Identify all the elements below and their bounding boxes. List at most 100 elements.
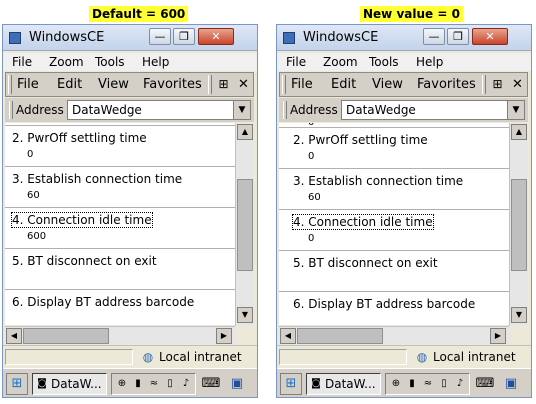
close-button[interactable]: ✕ (198, 28, 234, 45)
address-input[interactable]: DataWedge ▼ (67, 100, 251, 120)
list-item[interactable]: 6. Display BT address barcode (279, 291, 509, 325)
title-bar[interactable]: WindowsCE — ❐ ✕ (3, 25, 257, 51)
list-item[interactable]: 5. BT disconnect on exit (5, 248, 235, 288)
browser-icon: ◙ (37, 378, 47, 389)
window-title: WindowsCE (303, 30, 379, 45)
menu-zoom[interactable]: Zoom (49, 55, 84, 69)
globe-icon: ◍ (142, 350, 154, 364)
pin-icon[interactable]: ⊞ (489, 76, 506, 93)
minimize-button[interactable]: — (423, 28, 445, 45)
toolbar-separator (482, 75, 486, 94)
new-value-caption: New value = 0 (360, 6, 463, 22)
address-grip[interactable] (283, 101, 287, 119)
toolbar-edit[interactable]: Edit (57, 77, 82, 92)
toolbar-close-icon[interactable]: ✕ (235, 76, 252, 93)
setting-label: 4. Connection idle time (11, 212, 153, 228)
setting-label: 3. Establish connection time (293, 174, 464, 188)
close-button[interactable]: ✕ (472, 28, 508, 45)
menu-help[interactable]: Help (142, 55, 169, 69)
taskbar: ⊞ ◙ DataW... ⊕ ▮ ≈ ▯ ♪ ⌨ ▣ (3, 368, 257, 397)
volume-icon[interactable]: ♪ (179, 377, 193, 391)
scroll-right-icon[interactable]: ▶ (216, 328, 232, 344)
taskbar-button-datawedge[interactable]: ◙ DataW... (306, 373, 381, 395)
address-label: Address (16, 103, 64, 117)
toolbar-edit[interactable]: Edit (331, 77, 356, 92)
toolbar-grip[interactable] (282, 75, 286, 94)
toolbar-file[interactable]: File (17, 77, 39, 92)
list-item[interactable]: 5. BT disconnect on exit (279, 250, 509, 290)
task-label: DataW... (325, 377, 376, 391)
page-content: 2. PwrOff settling time 0 3. Establish c… (5, 123, 235, 325)
battery-icon[interactable]: ▯ (437, 377, 451, 391)
vertical-scrollbar[interactable]: ▲ ▼ (509, 123, 528, 326)
signal-icon[interactable]: ▮ (405, 377, 419, 391)
scroll-left-icon[interactable]: ◀ (6, 328, 22, 344)
restore-button[interactable]: ❐ (447, 28, 469, 45)
menu-help[interactable]: Help (416, 55, 443, 69)
wifi-icon[interactable]: ≈ (421, 377, 435, 391)
scroll-thumb[interactable] (237, 179, 253, 271)
menu-tools[interactable]: Tools (369, 55, 399, 69)
scroll-up-icon[interactable]: ▲ (511, 124, 527, 140)
toolbar-close-icon[interactable]: ✕ (509, 76, 526, 93)
taskbar-button-datawedge[interactable]: ◙ DataW... (32, 373, 107, 395)
scroll-right-icon[interactable]: ▶ (490, 328, 506, 344)
address-bar: Address DataWedge ▼ (279, 98, 528, 122)
scroll-up-icon[interactable]: ▲ (237, 124, 253, 140)
chevron-down-icon[interactable]: ▼ (233, 101, 250, 119)
globe-icon: ◍ (416, 350, 428, 364)
scroll-thumb[interactable] (297, 328, 383, 344)
signal-icon[interactable]: ▮ (131, 377, 145, 391)
desktop-icon[interactable]: ▣ (226, 374, 248, 394)
toolbar-grip[interactable] (8, 75, 12, 94)
minimize-button[interactable]: — (149, 28, 171, 45)
network-icon[interactable]: ⊕ (389, 377, 403, 391)
setting-value: 600 (27, 231, 47, 242)
list-item[interactable]: 6. Display BT address barcode (5, 289, 235, 325)
pin-icon[interactable]: ⊞ (215, 76, 232, 93)
page-content: 0 2. PwrOff settling time 0 3. Establish… (279, 123, 509, 325)
list-item[interactable]: 4. Connection idle time 0 (279, 209, 509, 249)
windows-start-icon[interactable]: ⊞ (280, 373, 302, 395)
setting-label: 2. PwrOff settling time (12, 131, 147, 145)
toolbar-view[interactable]: View (98, 77, 129, 92)
address-grip[interactable] (9, 101, 13, 119)
toolbar-view[interactable]: View (372, 77, 403, 92)
setting-label: 6. Display BT address barcode (12, 295, 195, 309)
address-label: Address (290, 103, 338, 117)
toolbar-file[interactable]: File (291, 77, 313, 92)
menu-file[interactable]: File (12, 55, 32, 69)
title-bar[interactable]: WindowsCE — ❐ ✕ (277, 25, 531, 51)
network-icon[interactable]: ⊕ (115, 377, 129, 391)
app-icon (283, 32, 295, 44)
scroll-thumb[interactable] (511, 179, 527, 271)
list-item[interactable]: 4. Connection idle time 600 (5, 207, 235, 247)
scroll-left-icon[interactable]: ◀ (280, 328, 296, 344)
keyboard-icon[interactable]: ⌨ (200, 374, 222, 394)
menu-tools[interactable]: Tools (95, 55, 125, 69)
setting-label: 5. BT disconnect on exit (293, 256, 438, 270)
menu-zoom[interactable]: Zoom (323, 55, 358, 69)
toolbar-favorites[interactable]: Favorites (417, 77, 480, 92)
desktop-icon[interactable]: ▣ (500, 374, 522, 394)
browser-icon: ◙ (311, 378, 321, 389)
horizontal-scrollbar[interactable]: ◀ ▶ (5, 326, 235, 344)
chevron-down-icon[interactable]: ▼ (507, 101, 524, 119)
scroll-down-icon[interactable]: ▼ (511, 307, 527, 323)
toolbar-favorites[interactable]: Favorites (143, 77, 206, 92)
menu-file[interactable]: File (286, 55, 306, 69)
battery-icon[interactable]: ▯ (163, 377, 177, 391)
windows-start-icon[interactable]: ⊞ (6, 373, 28, 395)
address-input[interactable]: DataWedge ▼ (341, 100, 525, 120)
scroll-thumb[interactable] (23, 328, 109, 344)
volume-icon[interactable]: ♪ (453, 377, 467, 391)
system-tray: ⊕ ▮ ≈ ▯ ♪ (385, 373, 470, 395)
scroll-down-icon[interactable]: ▼ (237, 307, 253, 323)
vertical-scrollbar[interactable]: ▲ ▼ (235, 123, 254, 326)
restore-button[interactable]: ❐ (173, 28, 195, 45)
keyboard-icon[interactable]: ⌨ (474, 374, 496, 394)
setting-label: 6. Display BT address barcode (293, 297, 476, 311)
taskbar: ⊞ ◙ DataW... ⊕ ▮ ≈ ▯ ♪ ⌨ ▣ (277, 368, 531, 397)
wifi-icon[interactable]: ≈ (147, 377, 161, 391)
horizontal-scrollbar[interactable]: ◀ ▶ (279, 326, 509, 344)
